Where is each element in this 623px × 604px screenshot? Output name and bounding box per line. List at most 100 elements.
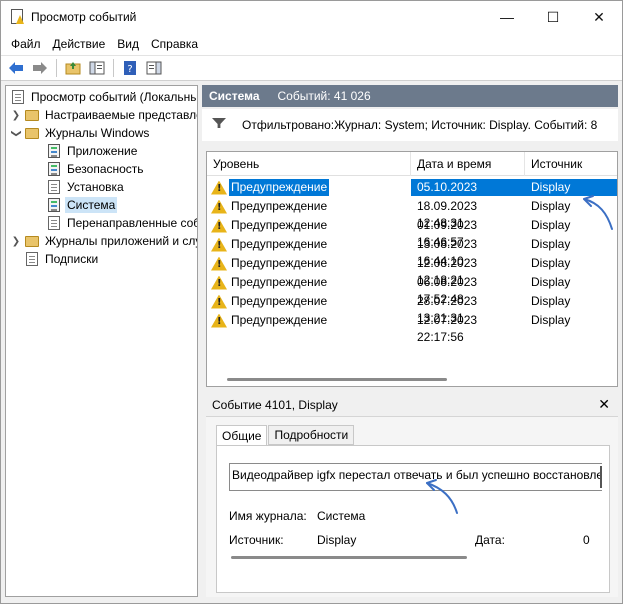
warning-icon: [211, 294, 227, 310]
event-row[interactable]: Предупреждение05.10.2023 10:39:24Display: [207, 178, 617, 211]
list-header: Уровень Дата и время Источник: [207, 152, 617, 176]
column-header-level[interactable]: Уровень: [207, 152, 411, 176]
date-label: Дата:: [475, 533, 505, 547]
tree-item-windows-logs[interactable]: ❯ Журналы Windows: [10, 124, 151, 142]
event-date: 06.08.2023 17:52:48: [417, 275, 478, 306]
arrow-right-icon: [33, 62, 47, 74]
event-date: 05.10.2023 10:39:24: [411, 179, 525, 211]
column-header-source[interactable]: Источник: [525, 152, 617, 176]
console-tree-icon: [89, 61, 105, 75]
event-row[interactable]: Предупреждение 06.08.2023 17:52:48 Display: [207, 273, 617, 306]
tree-item-system[interactable]: Система: [44, 196, 118, 214]
tree-item-security[interactable]: Безопасность: [44, 160, 146, 178]
event-level: Предупреждение: [231, 275, 328, 289]
log-icon: [46, 161, 62, 177]
chevron-right-icon[interactable]: ❯: [10, 110, 22, 121]
tree-item-subscriptions[interactable]: Подписки: [22, 250, 100, 268]
event-detail-header: Событие 4101, Display ✕: [206, 393, 618, 417]
event-level-cell: Предупреждение: [207, 273, 411, 292]
event-level-cell: Предупреждение: [207, 292, 411, 311]
event-viewer-icon: [10, 89, 26, 105]
event-level: Предупреждение: [231, 256, 328, 270]
maximize-button[interactable]: ☐: [530, 1, 576, 33]
tree-item-forwarded-events[interactable]: Перенаправленные события: [44, 214, 197, 232]
log-icon: [46, 143, 62, 159]
warning-icon: [211, 237, 227, 253]
show-hide-tree-button[interactable]: [86, 58, 108, 78]
folder-icon: [24, 107, 40, 123]
tab-details[interactable]: Подробности: [268, 425, 355, 445]
menu-file[interactable]: Файл: [5, 37, 47, 51]
tree-item-app-service-logs[interactable]: ❯ Журналы приложений и служб: [10, 232, 197, 250]
tree-item-root[interactable]: Просмотр событий (Локальный): [8, 88, 197, 106]
event-detail-title: Событие 4101, Display: [212, 397, 338, 412]
detail-horizontal-scrollbar[interactable]: [231, 556, 467, 559]
horizontal-scrollbar[interactable]: [227, 378, 447, 381]
menu-bar: Файл Действие Вид Справка: [1, 33, 622, 55]
warning-icon: [211, 275, 227, 291]
log-name-label: Имя журнала:: [229, 509, 307, 523]
tab-general[interactable]: Общие: [216, 425, 268, 446]
subscriptions-icon: [24, 251, 40, 267]
event-source: Display: [531, 275, 571, 289]
event-row[interactable]: Предупреждение 28.07.2023 13:21:31 Display: [207, 292, 617, 325]
source-value: Display: [317, 533, 357, 547]
event-count: Событий: 41 026: [277, 89, 371, 103]
event-row[interactable]: Предупреждение 18.09.2023 12:48:31 Display: [207, 197, 617, 230]
folder-up-icon: [65, 62, 81, 75]
event-level: Предупреждение: [231, 294, 328, 308]
event-level: Предупреждение: [231, 218, 328, 232]
help-button[interactable]: ?: [119, 58, 141, 78]
event-level: Предупреждение: [231, 199, 328, 213]
tab-panel-general: Видеодрайвер igfx перестал отвечать и бы…: [216, 445, 610, 593]
tree-item-custom-views[interactable]: ❯ Настраиваемые представления: [10, 106, 197, 124]
date-value: 0: [583, 533, 590, 547]
event-detail-pane: Общие Подробности Видеодрайвер igfx пере…: [206, 417, 618, 597]
log-icon: [46, 179, 62, 195]
close-button[interactable]: ✕: [576, 1, 622, 33]
menu-view[interactable]: Вид: [111, 37, 145, 51]
event-row[interactable]: Предупреждение 13.08.2023 16:44:10 Display: [207, 235, 617, 268]
event-row[interactable]: Предупреждение 12.07.2023 22:17:56 Display: [207, 311, 617, 344]
svg-text:?: ?: [127, 64, 132, 75]
help-icon: ?: [124, 61, 136, 75]
event-level: Предупреждение: [231, 237, 328, 251]
chevron-down-icon[interactable]: ❯: [11, 127, 22, 139]
folder-icon: [24, 233, 40, 249]
title-bar: Просмотр событий — ☐ ✕: [1, 1, 622, 33]
toolbar-separator: [113, 59, 114, 77]
event-date: 12.07.2023 22:17:56: [417, 313, 478, 344]
column-header-date[interactable]: Дата и время: [411, 152, 525, 176]
event-level-cell: Предупреждение: [207, 254, 411, 273]
minimize-button[interactable]: —: [484, 1, 530, 33]
event-viewer-window: Просмотр событий — ☐ ✕ Файл Действие Вид…: [0, 0, 623, 604]
event-level-cell: Предупреждение: [207, 178, 411, 197]
event-date: 13.08.2023 16:44:10: [417, 237, 478, 268]
up-folder-button[interactable]: [62, 58, 84, 78]
action-pane-button[interactable]: [143, 58, 165, 78]
warning-icon: [211, 256, 227, 272]
menu-help[interactable]: Справка: [145, 37, 204, 51]
forward-button[interactable]: [29, 58, 51, 78]
menu-action[interactable]: Действие: [47, 37, 112, 51]
filter-icon: [212, 118, 226, 132]
close-detail-button[interactable]: ✕: [598, 396, 610, 413]
tree-item-setup[interactable]: Установка: [44, 178, 126, 196]
event-source: Display: [531, 294, 571, 308]
chevron-right-icon[interactable]: ❯: [10, 236, 22, 247]
event-row[interactable]: Предупреждение 12.08.2023 12:18:21 Display: [207, 254, 617, 287]
tree-item-application[interactable]: Приложение: [44, 142, 139, 160]
event-list[interactable]: Уровень Дата и время Источник Предупрежд…: [206, 151, 618, 387]
event-source: Display: [531, 313, 571, 327]
filter-bar: Отфильтровано:Журнал: System; Источник: …: [202, 109, 618, 141]
warning-icon: [211, 313, 227, 329]
back-button[interactable]: [5, 58, 27, 78]
event-source: Display: [531, 256, 571, 270]
event-description[interactable]: Видеодрайвер igfx перестал отвечать и бы…: [229, 463, 602, 491]
event-date: 28.07.2023 13:21:31: [417, 294, 478, 325]
log-icon: [46, 197, 62, 213]
event-row[interactable]: Предупреждение 01.09.2023 16:46:57 Display: [207, 216, 617, 249]
description-scrollbar[interactable]: [600, 466, 602, 488]
event-viewer-icon: [9, 9, 25, 25]
navigation-tree[interactable]: Просмотр событий (Локальный) ❯ Настраива…: [5, 85, 198, 597]
